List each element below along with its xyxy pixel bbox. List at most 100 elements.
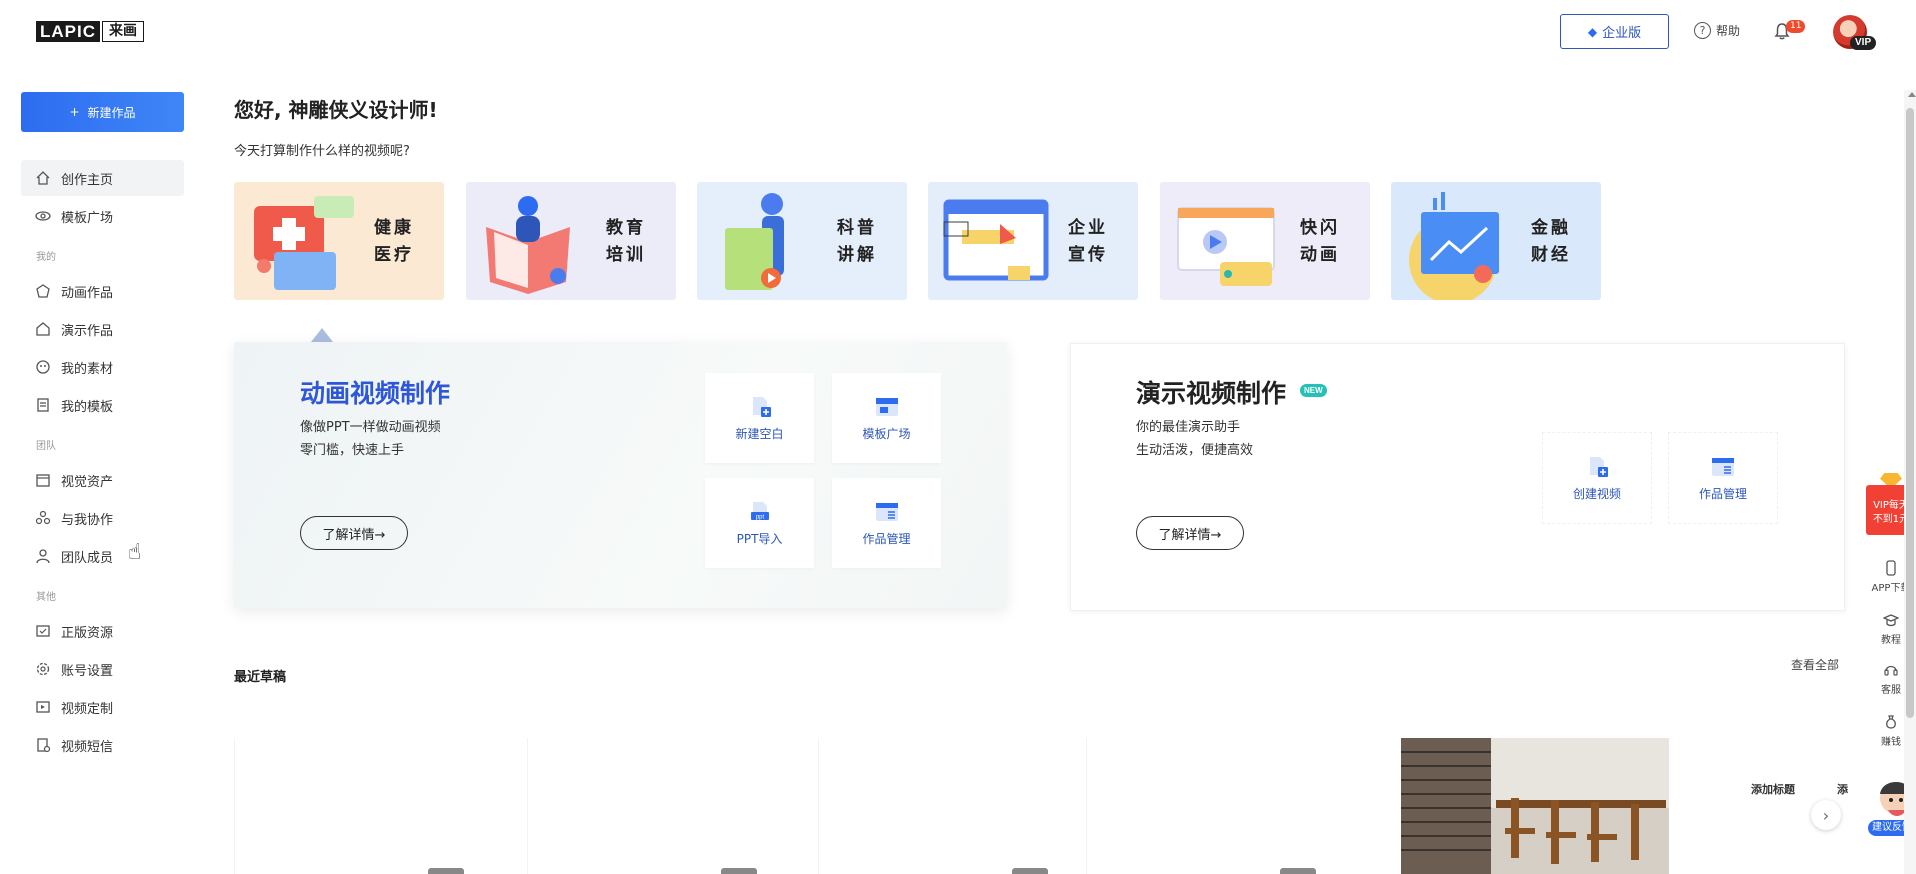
category-label: 金融 财经 — [1531, 218, 1571, 265]
sidebar-item-label: 账号设置 — [61, 663, 114, 679]
draft-card[interactable] — [818, 738, 1086, 874]
ppt-file-icon: ppt — [750, 501, 769, 520]
enterprise-button[interactable]: ◆ 企业版 — [1560, 14, 1669, 49]
template-square-tile[interactable]: 模板广场 — [832, 373, 941, 463]
sidebar-item-presentation-works[interactable]: 演示作品 — [21, 311, 184, 347]
sidebar-item-my-material[interactable]: 我的素材 — [21, 349, 184, 385]
new-blank-tile[interactable]: 新建空白 — [705, 373, 814, 463]
notification-badge: 11 — [1786, 20, 1806, 33]
sidebar-item-video-sms[interactable]: 视频短信 — [21, 727, 184, 763]
finance-illustration-icon — [1409, 192, 1499, 300]
custom-video-icon — [35, 699, 51, 715]
tile-label: 作品管理 — [1698, 486, 1747, 501]
animation-panel-title: 动画视频制作 — [300, 379, 451, 408]
education-illustration-icon — [486, 196, 570, 294]
animation-icon — [35, 283, 51, 299]
new-project-button[interactable]: + 新建作品 — [21, 92, 184, 132]
category-label: 快闪 动画 — [1300, 218, 1340, 265]
category-card-health[interactable]: 健康 医疗 — [234, 182, 444, 300]
category-label: 健康 医疗 — [374, 218, 414, 265]
science-illustration-icon — [725, 193, 784, 290]
home-icon — [35, 170, 51, 186]
draft-card[interactable] — [527, 738, 795, 874]
lapic-logo[interactable]: LAPIC 来画 — [36, 20, 144, 42]
restaurant-photo-icon — [1401, 738, 1669, 874]
sidebar-item-template-square[interactable]: 模板广场 — [21, 198, 184, 234]
draft-card[interactable] — [1086, 738, 1354, 874]
pointer-triangle — [311, 328, 333, 342]
collab-icon — [35, 510, 51, 526]
sidebar-item-label: 视频短信 — [61, 739, 114, 755]
svg-text:ppt: ppt — [755, 514, 764, 520]
chevron-right-icon: › — [1822, 805, 1830, 825]
headset-icon — [1884, 665, 1898, 676]
carousel-next-button[interactable]: › — [1811, 800, 1841, 830]
diamond-icon: ◆ — [1587, 24, 1598, 39]
category-card-finance[interactable]: 金融 财经 — [1391, 182, 1601, 300]
template-window-icon — [875, 397, 898, 416]
sidebar-item-home[interactable]: 创作主页 — [21, 160, 184, 196]
view-all-link[interactable]: 查看全部 — [1791, 656, 1839, 673]
template-icon — [35, 208, 51, 224]
help-label: 帮助 — [1716, 24, 1741, 38]
enterprise-label: 企业版 — [1602, 26, 1642, 41]
tile-label: PPT导入 — [736, 531, 783, 546]
material-icon — [35, 359, 51, 375]
add-title-label[interactable]: 添加标题 — [1751, 781, 1795, 797]
sidebar-item-collaboration[interactable]: 与我协作 — [21, 500, 184, 536]
plus-icon: + — [69, 105, 80, 119]
sidebar-item-licensed-resources[interactable]: 正版资源 — [21, 613, 184, 649]
tile-label: 模板广场 — [862, 426, 911, 441]
sidebar-item-label: 正版资源 — [61, 625, 114, 641]
draft-card[interactable] — [234, 738, 502, 874]
category-card-enterprise[interactable]: 企业 宣传 — [928, 182, 1138, 300]
member-icon — [35, 548, 51, 564]
work-management-tile[interactable]: 作品管理 — [832, 478, 941, 568]
logo-cn-text: 来画 — [102, 20, 144, 42]
sidebar-item-label: 演示作品 — [61, 323, 114, 339]
draft-menu-bar — [721, 868, 757, 874]
create-video-tile[interactable]: 创建视频 — [1542, 432, 1652, 524]
phone-icon — [1886, 560, 1896, 576]
folder-list-icon — [1712, 457, 1734, 476]
help-button[interactable]: ? 帮助 — [1694, 22, 1740, 39]
draft-photo-thumbnail[interactable] — [1401, 738, 1669, 874]
presentation-icon — [35, 321, 51, 337]
category-card-flash[interactable]: 快闪 动画 — [1160, 182, 1370, 300]
scroll-up-icon[interactable] — [1908, 92, 1916, 97]
tile-label: 作品管理 — [862, 531, 911, 546]
settings-icon — [35, 661, 51, 677]
sidebar-item-account-settings[interactable]: 账号设置 — [21, 651, 184, 687]
recent-drafts-title: 最近草稿 — [234, 670, 287, 685]
demo-work-management-tile[interactable]: 作品管理 — [1668, 432, 1778, 524]
sidebar-item-my-template[interactable]: 我的模板 — [21, 387, 184, 423]
category-card-science[interactable]: 科普 讲解 — [697, 182, 907, 300]
folder-list-icon — [875, 502, 898, 521]
animation-detail-button[interactable]: 了解详情→ — [300, 516, 408, 550]
add-title-label-clipped[interactable]: 添 — [1837, 781, 1848, 797]
animation-panel-desc: 像做PPT一样做动画视频 零门槛，快速上手 — [300, 420, 441, 458]
demo-panel-desc: 你的最佳演示助手 生动活泼，便捷高效 — [1136, 420, 1254, 458]
sidebar-item-visual-assets[interactable]: 视觉资产 — [21, 462, 184, 498]
sidebar-item-label: 团队成员 — [61, 550, 114, 566]
flash-illustration-icon — [1177, 207, 1275, 286]
new-file-icon — [1590, 456, 1608, 477]
enterprise-illustration-icon — [943, 199, 1049, 281]
top-header: LAPIC 来画 ◆ 企业版 ? 帮助 11 VIP — [0, 0, 1916, 64]
sidebar-item-label: 我的模板 — [61, 399, 114, 415]
sidebar-item-label: 动画作品 — [61, 285, 114, 301]
draft-menu-bar — [428, 868, 464, 874]
demo-detail-button[interactable]: 了解详情→ — [1136, 516, 1244, 550]
scrollbar-thumb[interactable] — [1906, 108, 1914, 718]
sidebar-item-team-members[interactable]: 团队成员 — [21, 538, 184, 574]
demo-panel-title: 演示视频制作 — [1136, 379, 1287, 408]
greeting-title: 您好, 神雕侠义设计师! — [234, 98, 438, 122]
ppt-import-tile[interactable]: ppt PPT导入 — [705, 478, 814, 568]
sidebar-item-animation-works[interactable]: 动画作品 — [21, 273, 184, 309]
sidebar-item-video-custom[interactable]: 视频定制 — [21, 689, 184, 725]
category-card-education[interactable]: 教育 培训 — [466, 182, 676, 300]
sidebar-item-label: 视频定制 — [61, 701, 114, 717]
section-mine: 我的 — [36, 252, 56, 263]
hand-cursor-icon: ☝ — [128, 540, 142, 565]
draft-menu-bar — [1012, 868, 1048, 874]
